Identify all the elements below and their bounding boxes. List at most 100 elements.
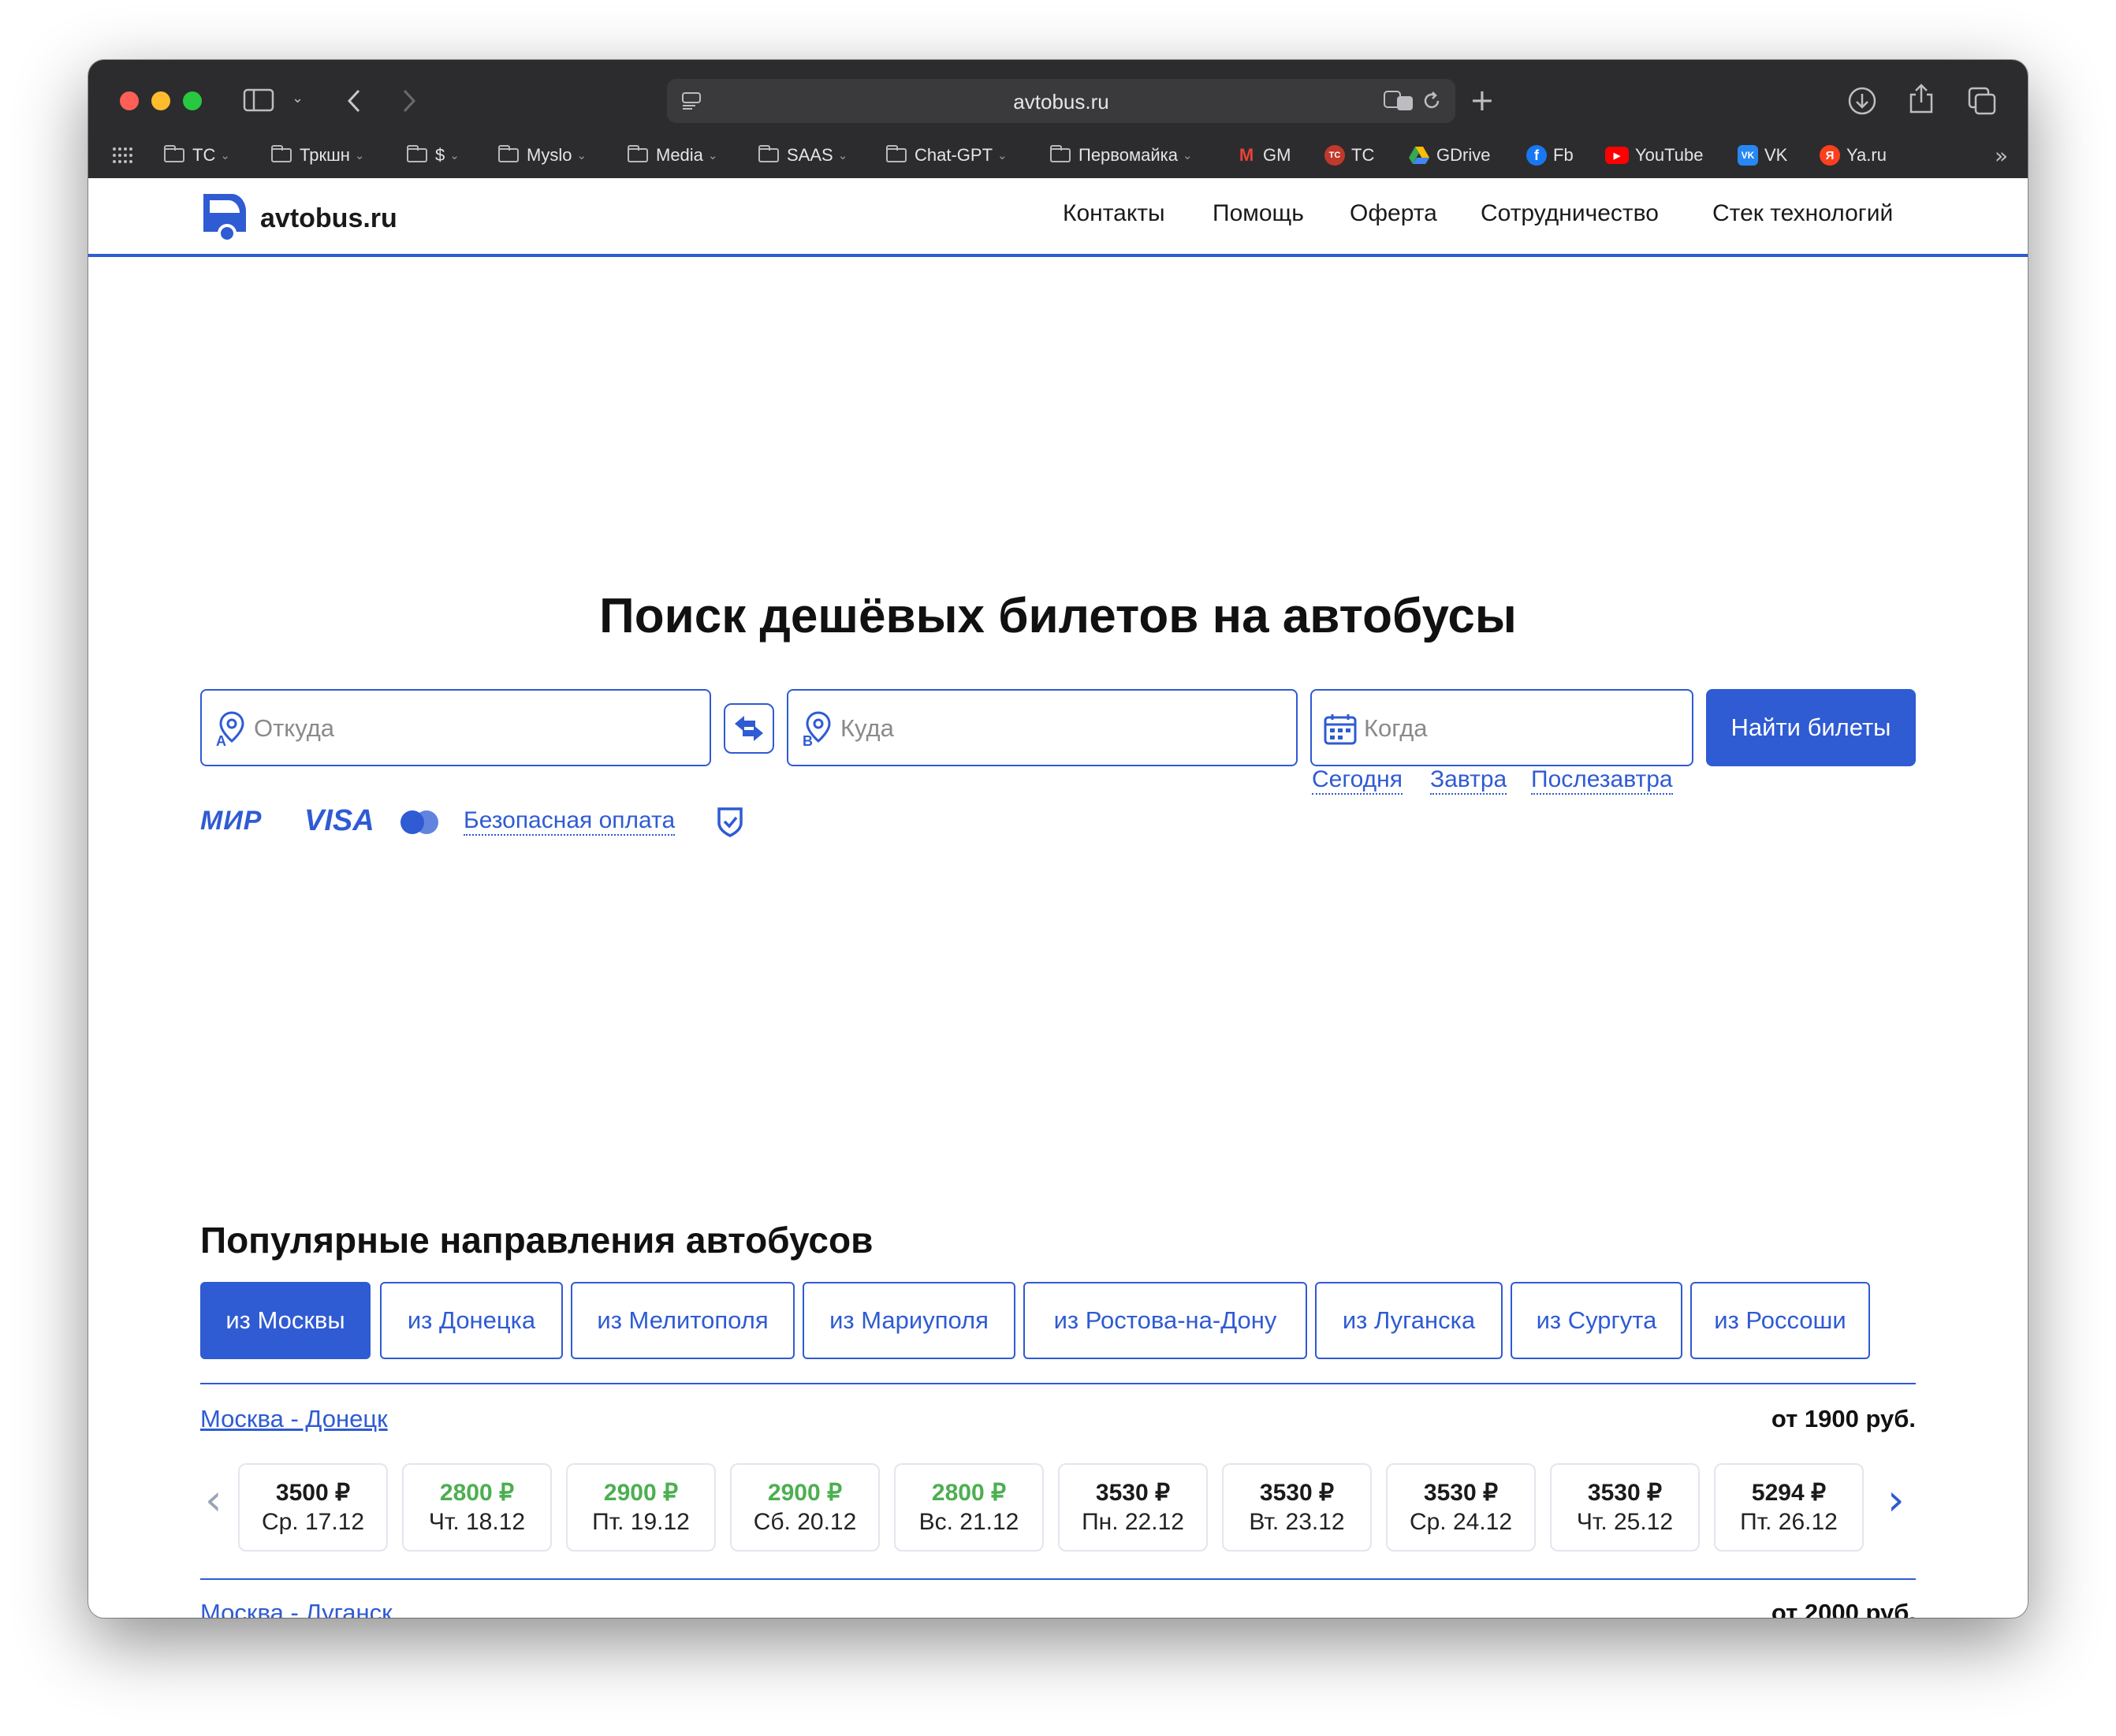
bookmark-youtube[interactable]: ▶ YouTube [1605,143,1703,167]
bookmark-folder-pervomaika[interactable]: Первомайка ⌄ [1050,143,1193,167]
more-bookmarks-icon[interactable]: » [1995,145,2008,167]
bookmark-vk[interactable]: VK VK [1738,143,1787,167]
forward-icon[interactable] [400,88,418,114]
route-link-moscow-lugansk[interactable]: Москва - Луганск [200,1599,393,1618]
nav-contacts[interactable]: Контакты [1063,200,1165,227]
secure-payment-link[interactable]: Безопасная оплата [464,807,676,836]
to-input[interactable] [839,710,1198,747]
nav-offer[interactable]: Оферта [1350,200,1437,227]
find-tickets-button[interactable]: Найти билеты [1706,689,1916,766]
address-bar[interactable]: avtobus.ru [667,79,1455,123]
sidebar-toggle-icon[interactable] [243,88,274,112]
carousel-next-icon[interactable]: › [1887,1479,1905,1522]
quick-date-tomorrow[interactable]: Завтра [1430,766,1507,795]
date-card-price: 3530 ₽ [1423,1480,1499,1506]
route-min-price: от 2000 руб. [1771,1599,1916,1618]
date-card-price: 2900 ₽ [767,1480,843,1506]
date-card[interactable]: 2800 ₽ Чт. 18.12 [402,1463,552,1552]
date-card[interactable]: 3530 ₽ Чт. 25.12 [1550,1463,1700,1552]
bookmark-yandex[interactable]: Я Ya.ru [1820,143,1887,167]
chevron-down-icon: ⌄ [1182,149,1193,162]
date-card[interactable]: 3530 ₽ Пн. 22.12 [1058,1463,1208,1552]
chevron-down-icon: ⌄ [997,149,1008,162]
close-window-button[interactable] [120,91,139,110]
bookmark-folder-tc[interactable]: TC ⌄ [164,143,230,167]
bookmark-folder-saas[interactable]: SAAS ⌄ [758,143,848,167]
quick-date-day-after[interactable]: Послезавтра [1531,766,1673,795]
location-a-icon: A [216,711,244,747]
browser-toolbar: ⌄ avtobus.ru + TC ⌄ Тркшн ⌄ $ ⌄ Myslo ⌄ … [88,60,2028,178]
from-input[interactable] [252,710,611,747]
bookmark-gdrive[interactable]: GDrive [1408,143,1490,167]
date-card[interactable]: 5294 ₽ Пт. 26.12 [1714,1463,1864,1552]
date-card-date: Пт. 19.12 [592,1509,690,1535]
shield-check-icon [717,807,743,837]
bookmark-folder-media[interactable]: Media ⌄ [628,143,718,167]
browser-window: ⌄ avtobus.ru + TC ⌄ Тркшн ⌄ $ ⌄ Myslo ⌄ … [88,60,2028,1618]
folder-icon [886,145,907,162]
date-card-date: Пт. 26.12 [1740,1509,1838,1535]
zoom-window-button[interactable] [183,91,202,110]
tab-from-mariupol[interactable]: из Мариуполя [803,1282,1015,1359]
bus-logo-icon[interactable] [200,191,251,243]
date-card[interactable]: 2800 ₽ Вс. 21.12 [894,1463,1044,1552]
tab-from-melitopol[interactable]: из Мелитополя [571,1282,795,1359]
bookmark-gmail[interactable]: M GM [1236,143,1291,167]
date-card[interactable]: 3500 ₽ Ср. 17.12 [238,1463,388,1552]
date-card-price: 2900 ₽ [603,1480,679,1506]
back-icon[interactable] [345,88,363,114]
tab-from-rossosh[interactable]: из Россоши [1690,1282,1870,1359]
quick-date-today[interactable]: Сегодня [1312,766,1403,795]
bookmark-folder-trkshn[interactable]: Тркшн ⌄ [271,143,364,167]
date-field[interactable] [1310,689,1693,766]
bookmark-facebook[interactable]: f Fb [1526,143,1574,167]
tab-from-rostov[interactable]: из Ростова-на-Дону [1023,1282,1307,1359]
share-icon[interactable] [1908,82,1935,115]
swap-direction-button[interactable] [724,703,774,754]
to-field[interactable]: B [787,689,1298,766]
route-link-moscow-donetsk[interactable]: Москва - Донецк [200,1405,388,1433]
svg-text:B: B [803,733,813,747]
date-card-price: 3530 ₽ [1095,1480,1171,1506]
nav-help[interactable]: Помощь [1213,200,1304,227]
bookmark-folder-dollar[interactable]: $ ⌄ [407,143,460,167]
date-card[interactable]: 3530 ₽ Ср. 24.12 [1386,1463,1536,1552]
date-input[interactable] [1362,710,1632,747]
minimize-window-button[interactable] [151,91,170,110]
logo-text[interactable]: avtobus.ru [260,203,397,234]
date-card-date: Чт. 25.12 [1576,1509,1674,1535]
gmail-icon: M [1239,145,1254,165]
reload-icon[interactable] [1421,90,1443,112]
vk-icon: VK [1738,145,1758,166]
date-card[interactable]: 2900 ₽ Пт. 19.12 [566,1463,716,1552]
translate-icon[interactable] [1383,90,1414,112]
carousel-prev-icon[interactable]: ‹ [205,1479,222,1522]
bookmark-folder-myslo[interactable]: Myslo ⌄ [498,143,587,167]
page-title: Поиск дешёвых билетов на автобусы [599,589,1517,643]
date-card-date: Ср. 24.12 [1409,1509,1513,1535]
chevron-down-icon[interactable]: ⌄ [292,91,304,106]
chevron-down-icon: ⌄ [449,149,460,162]
folder-icon [164,145,184,162]
tab-from-moscow[interactable]: из Москвы [200,1282,371,1359]
tab-from-donetsk[interactable]: из Донецка [380,1282,563,1359]
calendar-icon [1324,714,1357,745]
nav-cooperation[interactable]: Сотрудничество [1481,200,1659,227]
new-tab-icon[interactable]: + [1470,85,1495,115]
tabs-overview-icon[interactable] [1966,85,1998,117]
folder-icon [628,145,648,162]
bookmark-folder-chat-gpt[interactable]: Chat-GPT ⌄ [886,143,1008,167]
folder-icon [407,145,427,162]
date-card[interactable]: 2900 ₽ Сб. 20.12 [730,1463,880,1552]
date-card[interactable]: 3530 ₽ Вт. 23.12 [1222,1463,1372,1552]
tab-from-surgut[interactable]: из Сургута [1511,1282,1682,1359]
tc-icon: TC [1324,145,1345,166]
apps-grid-icon[interactable] [112,147,132,164]
youtube-icon: ▶ [1605,147,1629,164]
download-icon[interactable] [1846,85,1878,117]
bookmark-tc[interactable]: TC TC [1324,143,1374,167]
from-field[interactable]: A [200,689,711,766]
date-card-price: 5294 ₽ [1751,1480,1827,1506]
nav-tech-stack[interactable]: Стек технологий [1712,200,1893,227]
tab-from-lugansk[interactable]: из Луганска [1315,1282,1503,1359]
